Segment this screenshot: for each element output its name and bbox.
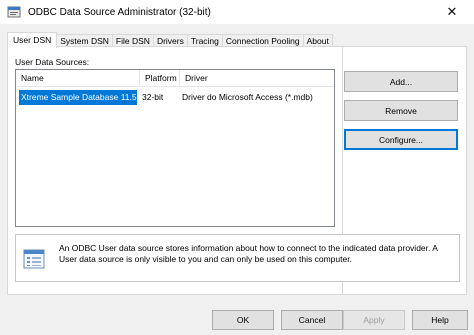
database-list-icon	[23, 248, 47, 270]
ok-button[interactable]: OK	[212, 310, 274, 330]
apply-button[interactable]: Apply	[343, 310, 405, 330]
list-item[interactable]: Xtreme Sample Database 11.5 32-bit Drive…	[16, 90, 334, 105]
tab-strip: User DSN System DSN File DSN Drivers Tra…	[7, 32, 333, 48]
configure-button[interactable]: Configure...	[344, 129, 458, 150]
data-sources-list[interactable]: Name Platform Driver Xtreme Sample Datab…	[15, 69, 335, 227]
help-button[interactable]: Help	[412, 310, 468, 330]
info-box: An ODBC User data source stores informat…	[15, 234, 460, 282]
window-title: ODBC Data Source Administrator (32-bit)	[28, 6, 211, 18]
remove-button[interactable]: Remove	[344, 100, 458, 121]
info-description: An ODBC User data source stores informat…	[59, 243, 438, 264]
tab-user-dsn[interactable]: User DSN	[7, 32, 58, 48]
user-data-sources-label: User Data Sources:	[15, 57, 90, 67]
column-header-driver[interactable]: Driver	[180, 70, 334, 86]
close-window-button[interactable]: ✕	[430, 0, 474, 24]
list-header: Name Platform Driver	[16, 70, 334, 87]
column-header-name[interactable]: Name	[16, 70, 140, 86]
list-item-platform: 32-bit	[142, 92, 164, 102]
odbc-app-icon	[7, 5, 21, 19]
cancel-button[interactable]: Cancel	[281, 310, 343, 330]
list-item-driver: Driver do Microsoft Access (*.mdb)	[182, 92, 313, 102]
title-bar: ODBC Data Source Administrator (32-bit) …	[0, 0, 474, 24]
column-header-platform[interactable]: Platform	[140, 70, 180, 86]
list-item-name: Xtreme Sample Database 11.5	[19, 90, 137, 105]
add-button[interactable]: Add...	[344, 71, 458, 92]
